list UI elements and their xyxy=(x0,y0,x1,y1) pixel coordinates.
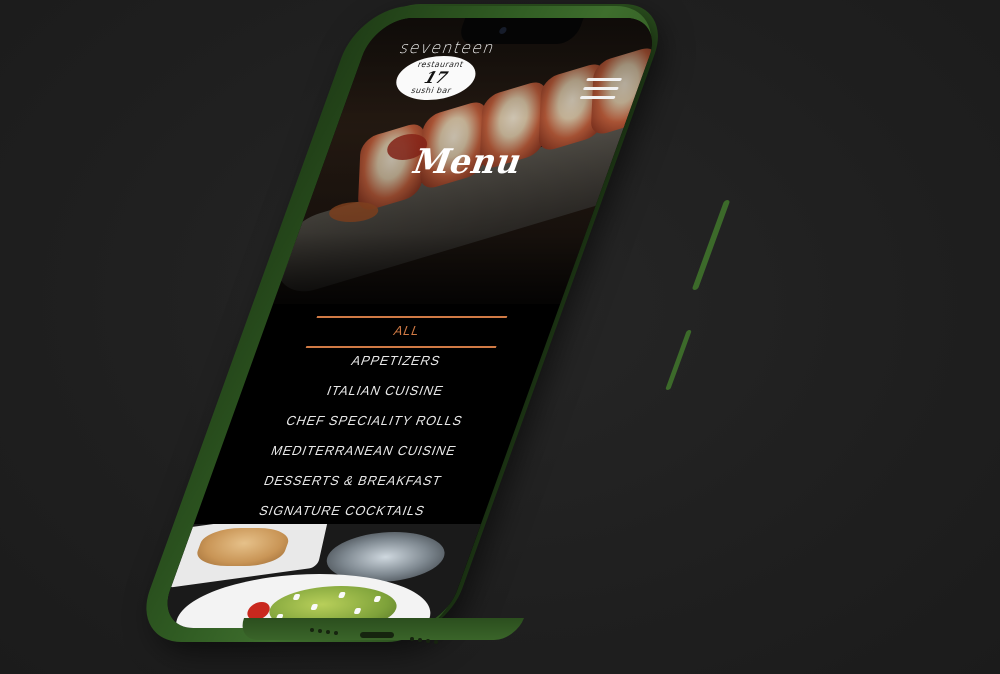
category-all[interactable]: ALL xyxy=(258,316,556,346)
power-button xyxy=(691,200,731,290)
category-signature-cocktails[interactable]: SIGNATURE COCKTAILS xyxy=(193,496,491,526)
hero-banner: seventeen restaurant 17 sushi bar Menu xyxy=(273,18,664,304)
category-italian-cuisine[interactable]: ITALIAN CUISINE xyxy=(236,376,534,406)
speaker-grille-icon xyxy=(434,640,438,644)
category-chef-speciality-rolls[interactable]: CHEF SPECIALITY ROLLS xyxy=(226,406,524,436)
category-mediterranean-cuisine[interactable]: MEDITERRANEAN CUISINE xyxy=(215,436,513,466)
category-desserts-breakfast[interactable]: DESSERTS & BREAKFAST xyxy=(204,466,502,496)
speaker-grille-icon xyxy=(426,639,430,643)
hamburger-line xyxy=(583,87,619,90)
lightning-port-icon xyxy=(360,632,394,638)
hamburger-line xyxy=(586,78,623,81)
phone-screen: seventeen restaurant 17 sushi bar Menu A… xyxy=(156,18,664,628)
speaker-grille-icon xyxy=(326,630,330,634)
volume-button xyxy=(665,330,692,390)
mockup-stage: seventeen restaurant 17 sushi bar Menu A… xyxy=(0,0,1000,674)
speaker-grille-icon xyxy=(410,637,414,641)
phone-notch xyxy=(455,18,584,44)
front-camera-icon xyxy=(498,27,508,34)
phone-mockup: seventeen restaurant 17 sushi bar Menu A… xyxy=(0,0,1000,674)
speaker-grille-icon xyxy=(310,628,314,632)
logo-badge-mark: 17 xyxy=(421,68,451,87)
active-tab-top-line xyxy=(316,316,508,318)
active-tab-bottom-line xyxy=(305,346,497,348)
speaker-grille-icon xyxy=(318,629,322,633)
logo-badge-bottom: sushi bar xyxy=(409,86,453,95)
page-title: Menu xyxy=(406,142,529,182)
logo-badge: restaurant 17 sushi bar xyxy=(389,56,483,100)
hamburger-line xyxy=(579,96,616,99)
speaker-grille-icon xyxy=(334,631,338,635)
category-appetizers[interactable]: APPETIZERS xyxy=(247,346,545,376)
food-photo[interactable] xyxy=(156,524,481,628)
speaker-grille-icon xyxy=(418,638,422,642)
